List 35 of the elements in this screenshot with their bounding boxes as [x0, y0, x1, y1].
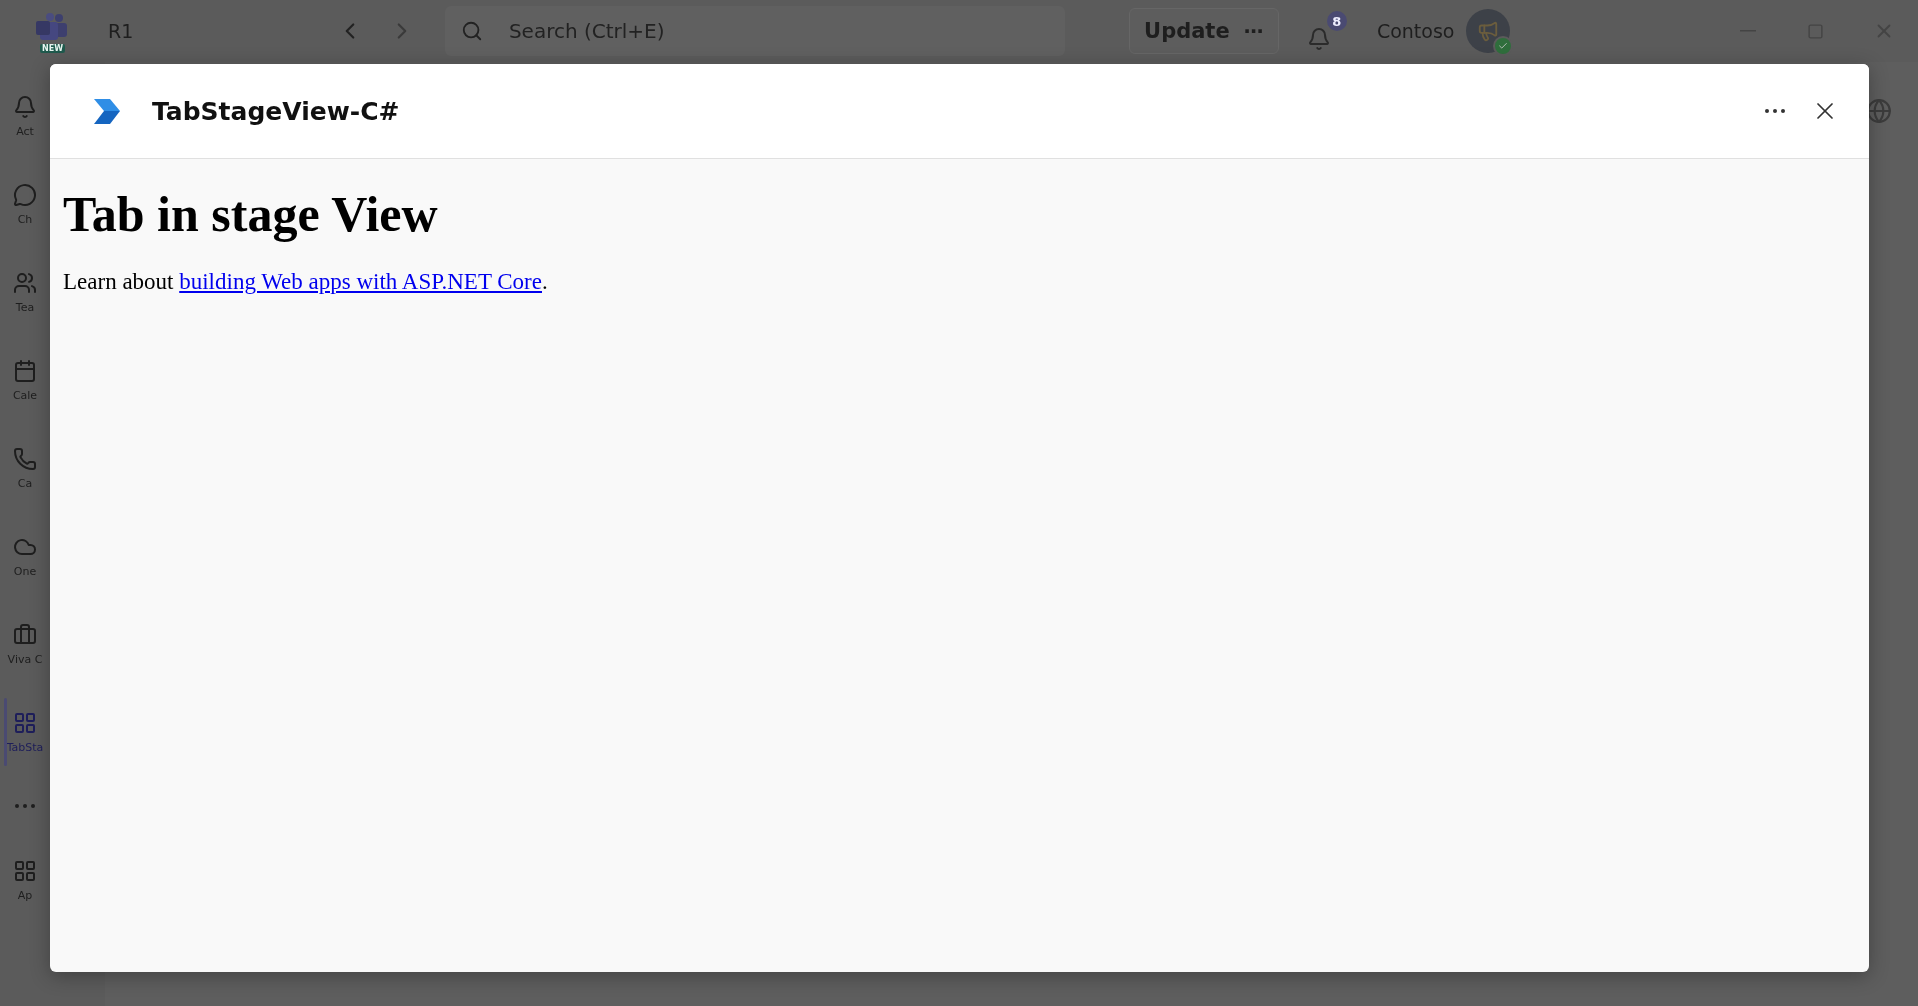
workspace-label: R1	[108, 20, 134, 42]
chat-icon	[13, 182, 37, 207]
search-field[interactable]: Search (Ctrl+E)	[444, 6, 1065, 56]
megaphone-icon	[1477, 20, 1500, 42]
chevron-logo-icon	[94, 97, 122, 125]
update-button[interactable]: Update ⋯	[1128, 8, 1279, 54]
teams-logo-icon	[36, 13, 70, 43]
docs-link[interactable]: building Web apps with ASP.NET Core	[179, 269, 542, 294]
bell-icon	[13, 94, 37, 119]
notification-count: 8	[1326, 11, 1347, 31]
sidebar-item[interactable]: Tea	[0, 248, 50, 336]
new-badge: NEW	[40, 44, 65, 53]
more-options-button[interactable]	[1765, 109, 1785, 113]
intro-paragraph: Learn about building Web apps with ASP.NET Core.	[63, 269, 549, 295]
more-icon	[15, 804, 35, 808]
phone-icon	[13, 446, 37, 471]
sidebar-item[interactable]: Ca	[0, 424, 50, 512]
sidebar-item[interactable]: Ap	[0, 836, 50, 924]
avatar[interactable]	[1466, 9, 1511, 53]
briefcase-icon	[13, 622, 37, 647]
dialog-title: TabStageView-C#	[152, 96, 400, 126]
globe-icon[interactable]	[1866, 98, 1892, 124]
sidebar-item[interactable]: Act	[0, 72, 50, 160]
apps-icon	[13, 858, 37, 883]
sidebar-item[interactable]: TabSta	[0, 688, 50, 776]
presence-icon	[1493, 36, 1514, 56]
grid-icon	[13, 710, 37, 735]
sidebar-item[interactable]: Cale	[0, 336, 50, 424]
page-heading: Tab in stage View	[63, 185, 439, 243]
sidebar-item[interactable]: One	[0, 512, 50, 600]
notifications-button[interactable]	[1306, 27, 1331, 51]
more-icon	[1765, 109, 1785, 113]
calendar-icon	[13, 358, 37, 383]
people-icon	[13, 270, 37, 295]
org-name: Contoso	[1376, 20, 1455, 42]
